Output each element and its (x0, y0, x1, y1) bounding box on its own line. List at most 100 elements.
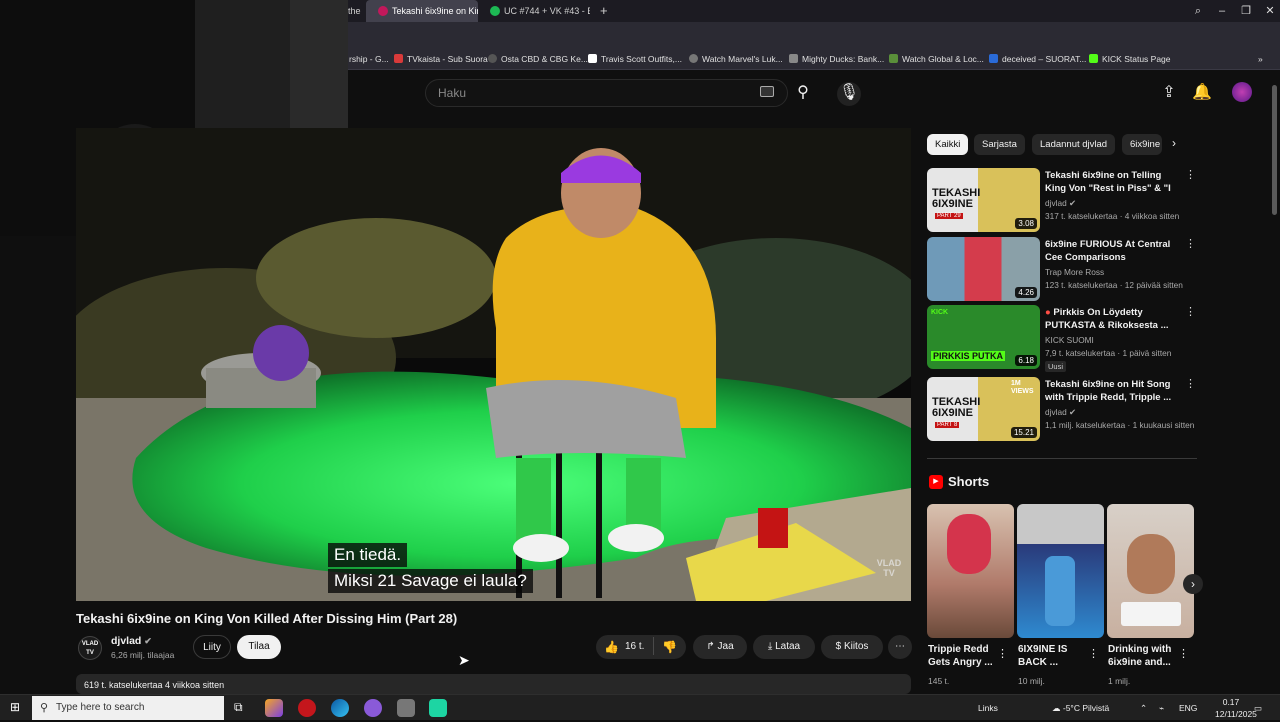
notifications-bell-icon[interactable]: 🔔 (1191, 82, 1213, 104)
channel-name[interactable]: djvlad ✔ (111, 635, 152, 647)
chip-all[interactable]: Kaikki (927, 134, 969, 155)
recommended-video[interactable]: TEKASHI 6IX9INE PART 29 3.08 Tekashi 6ix… (927, 168, 1197, 232)
share-icon: ↱ (706, 641, 715, 652)
close-icon[interactable]: ✕ (1258, 0, 1280, 22)
bookmark-item[interactable]: KICK Status Page (1089, 48, 1171, 70)
subscriber-count: 6,26 milj. tilaajaa (111, 650, 175, 660)
search-icon[interactable]: ⚲ (792, 82, 814, 104)
page-scrollbar[interactable] (1272, 85, 1277, 215)
short-views: 1 milj. (1108, 676, 1131, 686)
chip-uploaded-by[interactable]: Ladannut djvlad (1032, 134, 1116, 155)
short-thumbnail[interactable] (927, 504, 1014, 638)
new-tab-button[interactable]: + (596, 0, 614, 22)
subscribe-button[interactable]: Tilaa (237, 635, 281, 659)
minimize-icon[interactable]: – (1210, 0, 1234, 22)
clock[interactable]: 0.17 12/11/2025 (1215, 696, 1257, 722)
spotify-icon (490, 6, 500, 16)
short-subject (1045, 556, 1075, 626)
more-actions-button[interactable]: ⋯ (888, 635, 912, 659)
tab-label: the (348, 6, 361, 16)
speaker-icon (378, 6, 388, 16)
windows-start-icon[interactable]: ⊞ (10, 701, 23, 714)
chip-6ix9ine[interactable]: 6ix9ine (1122, 134, 1162, 155)
video-player[interactable]: En tiedä. Miksi 21 Savage ei laula? VLAD… (76, 128, 911, 601)
bookmark-item[interactable]: deceived – SUORAT... (989, 48, 1086, 70)
short-title[interactable]: Drinking with 6ix9ine and... (1108, 643, 1183, 669)
more-options-icon[interactable]: ⋮ (1185, 168, 1196, 181)
video-thumbnail[interactable]: TEKASHI 6IX9INE PART 29 3.08 (927, 168, 1040, 232)
task-view-icon[interactable]: ⧉ (234, 700, 243, 715)
join-button[interactable]: Liity (193, 635, 231, 659)
links-toolbar[interactable]: Links (978, 695, 998, 721)
recommended-title[interactable]: Tekashi 6ix9ine on Hit Song with Trippie… (1045, 378, 1185, 404)
short-title[interactable]: Trippie Redd Gets Angry ... (928, 643, 1003, 669)
description-box[interactable]: 619 t. katselukertaa 4 viikkoa sitten (76, 674, 911, 694)
search-tabs-icon[interactable]: ⌕ (1186, 0, 1210, 22)
channel-text: djvlad (1045, 198, 1067, 208)
more-options-icon[interactable]: ⋮ (1185, 377, 1196, 390)
recommended-video[interactable]: 4.26 6ix9ine FURIOUS At Central Cee Comp… (927, 237, 1197, 301)
short-subject (947, 514, 991, 574)
video-thumbnail[interactable]: TEKASHI 6IX9INE PART 8 1M VIEWS 15.21 (927, 377, 1040, 441)
channel-avatar[interactable]: VLAD TV (78, 636, 102, 660)
discord-icon[interactable] (364, 699, 382, 717)
app-icon[interactable] (429, 699, 447, 717)
video-thumbnail[interactable]: 4.26 (927, 237, 1040, 301)
recommended-video[interactable]: TEKASHI 6IX9INE PART 8 1M VIEWS 15.21 Te… (927, 377, 1197, 441)
edge-browser-icon[interactable] (331, 699, 349, 717)
recommended-channel[interactable]: KICK SUOMI (1045, 335, 1094, 345)
bookmark-item[interactable]: Travis Scott Outfits,... (588, 48, 682, 70)
bookmark-item[interactable]: Watch Marvel's Luk... (689, 48, 783, 70)
recommended-channel[interactable]: Trap More Ross (1045, 267, 1104, 277)
chip-series[interactable]: Sarjasta (974, 134, 1025, 155)
opera-browser-icon[interactable] (298, 699, 316, 717)
like-count[interactable]: 16 t. (625, 641, 644, 652)
like-icon[interactable]: 👍 (604, 640, 619, 654)
chevron-right-icon[interactable]: › (1172, 136, 1176, 150)
bookmark-item[interactable]: TVkaista - Sub Suora (394, 48, 488, 70)
short-title[interactable]: 6IX9INE IS BACK ... (1018, 643, 1093, 669)
recommended-title[interactable]: 6ix9ine FURIOUS At Central Cee Compariso… (1045, 238, 1185, 264)
recommended-title[interactable]: Tekashi 6ix9ine on Telling King Von "Res… (1045, 169, 1185, 196)
weather-widget[interactable]: ☁ -5°C Pilvistä (1052, 695, 1109, 721)
short-thumbnail[interactable] (1107, 504, 1194, 638)
video-thumbnail[interactable]: KICK PIRKKIS PUTKA 6.18 (927, 305, 1040, 369)
language-indicator[interactable]: ENG (1179, 695, 1197, 721)
share-button[interactable]: ↱ Jaa (693, 635, 747, 659)
short-thumbnail[interactable] (1017, 504, 1104, 638)
app-icon[interactable] (265, 699, 283, 717)
account-avatar[interactable] (1232, 82, 1252, 102)
more-options-icon[interactable]: ⋮ (1088, 647, 1099, 660)
more-options-icon[interactable]: ⋮ (997, 647, 1008, 660)
bookmark-item[interactable]: Mighty Ducks: Bank... (789, 48, 884, 70)
bookmarks-overflow[interactable]: » (1258, 48, 1263, 70)
upload-icon[interactable]: ⇪ (1158, 82, 1180, 104)
thanks-button[interactable]: $ Kiitos (821, 635, 883, 659)
bookmark-item[interactable]: Watch Global & Loc... (889, 48, 984, 70)
network-icon[interactable]: ⌁ (1159, 695, 1164, 721)
restore-icon[interactable]: ❐ (1234, 0, 1258, 22)
taskbar-search-input[interactable]: ⚲ Type here to search (32, 696, 224, 720)
more-options-icon[interactable]: ⋮ (1178, 647, 1189, 660)
app-icon[interactable] (397, 699, 415, 717)
video-title: Tekashi 6ix9ine on King Von Killed After… (76, 611, 458, 626)
keyboard-icon[interactable] (760, 86, 774, 97)
notification-center-icon[interactable]: ▭ (1254, 695, 1262, 721)
recommended-video[interactable]: KICK PIRKKIS PUTKA 6.18 ● Pirkkis On Löy… (927, 305, 1197, 372)
more-options-icon[interactable]: ⋮ (1185, 305, 1196, 318)
download-button[interactable]: ⤓ Lataa (753, 635, 815, 659)
bookmark-item[interactable]: Osta CBD & CBG Ke... (488, 48, 588, 70)
microphone-icon[interactable]: 🎙 (837, 82, 861, 106)
recommended-title[interactable]: ● Pirkkis On Löydetty PUTKASTA & Rikokse… (1045, 306, 1185, 332)
tray-overflow-icon[interactable]: ⌃ (1140, 695, 1147, 721)
bookmark-item[interactable]: rship - G... (349, 48, 389, 70)
dislike-icon[interactable]: 👎 (662, 640, 677, 654)
more-options-icon[interactable]: ⋮ (1185, 237, 1196, 250)
recommended-channel[interactable]: djvlad ✔ (1045, 198, 1076, 208)
browser-tab[interactable]: UC #744 + VK #43 - Bamb (478, 0, 590, 22)
short-views: 10 milj. (1018, 676, 1045, 686)
shorts-next-button[interactable]: › (1183, 574, 1203, 594)
search-input[interactable]: Haku (425, 79, 788, 107)
recommended-channel[interactable]: djvlad ✔ (1045, 407, 1076, 417)
browser-tab-active[interactable]: Tekashi 6ix9ine on Kin (366, 0, 478, 22)
